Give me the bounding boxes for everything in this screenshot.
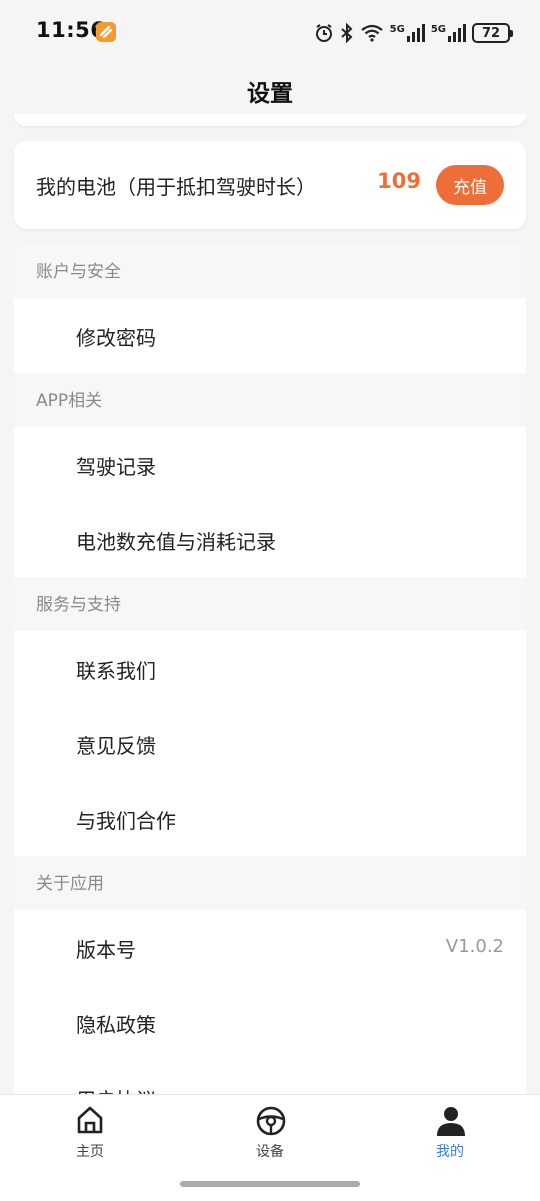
header: 设置 [0,64,540,114]
list-item-contact-us[interactable]: 联系我们 [14,631,526,706]
status-bar: 11:56 5G 5G 72 [0,0,540,64]
home-icon [77,1106,103,1134]
version-value: V1.0.2 [445,936,504,957]
section-title-app: APP相关 [14,373,526,427]
list-item-cooperate[interactable]: 与我们合作 [14,781,526,856]
item-label: 用户协议 [76,1084,156,1094]
item-label: 联系我们 [76,659,156,683]
battery-icon: 72 [472,23,513,43]
steering-wheel-icon [256,1106,286,1136]
battery-count: 109 [377,169,421,193]
battery-label: 我的电池（用于抵扣驾驶时长） [36,175,316,199]
bluetooth-icon [340,23,353,43]
bottom-tab-bar: 主页 设备 我的 [0,1094,540,1201]
status-icons: 5G 5G 72 [314,20,513,46]
status-time: 11:56 [36,18,106,42]
tab-device[interactable]: 设备 [210,1095,330,1175]
signal-icon [406,24,425,42]
tab-mine[interactable]: 我的 [390,1095,510,1175]
item-label: 驾驶记录 [76,455,156,479]
item-label: 意见反馈 [76,734,156,758]
section-title-account: 账户与安全 [14,244,526,298]
signal-icon-2 [448,24,466,42]
section-title-about: 关于应用 [14,856,526,910]
previous-card-edge [14,114,526,126]
list-item-version[interactable]: 版本号 V1.0.2 [14,910,526,985]
app-notification-icon [96,22,116,42]
alarm-icon [315,24,332,42]
item-label: 隐私政策 [76,1013,156,1037]
user-icon [437,1107,465,1136]
tab-label: 我的 [436,1144,464,1160]
settings-scroll-area[interactable]: 我的电池（用于抵扣驾驶时长） 109 充值 账户与安全 修改密码 APP相关 驾… [0,114,540,1094]
battery-level: 72 [481,25,501,41]
item-label: 与我们合作 [76,809,176,833]
list-item-feedback[interactable]: 意见反馈 [14,706,526,781]
item-label: 修改密码 [76,326,156,350]
wifi-icon [360,24,383,42]
list-item-change-password[interactable]: 修改密码 [14,298,526,373]
item-label: 电池数充值与消耗记录 [76,530,276,554]
signal-5g-label-a: 5G [389,23,405,35]
item-label: 版本号 [76,938,136,962]
battery-card: 我的电池（用于抵扣驾驶时长） 109 充值 [14,141,526,229]
tab-label: 主页 [76,1144,104,1160]
section-title-service: 服务与支持 [14,577,526,631]
list-item-privacy-policy[interactable]: 隐私政策 [14,985,526,1060]
settings-list: 账户与安全 修改密码 APP相关 驾驶记录 电池数充值与消耗记录 服务与支持 联… [14,244,526,1094]
tab-home[interactable]: 主页 [30,1095,150,1175]
recharge-button[interactable]: 充值 [436,165,504,205]
list-item-user-agreement[interactable]: 用户协议 [14,1060,526,1094]
home-indicator[interactable] [180,1181,360,1187]
page-title: 设置 [247,81,293,107]
list-item-driving-records[interactable]: 驾驶记录 [14,427,526,502]
signal-5g-label-b: 5G [430,23,446,35]
list-item-battery-records[interactable]: 电池数充值与消耗记录 [14,502,526,577]
tab-label: 设备 [256,1144,284,1160]
